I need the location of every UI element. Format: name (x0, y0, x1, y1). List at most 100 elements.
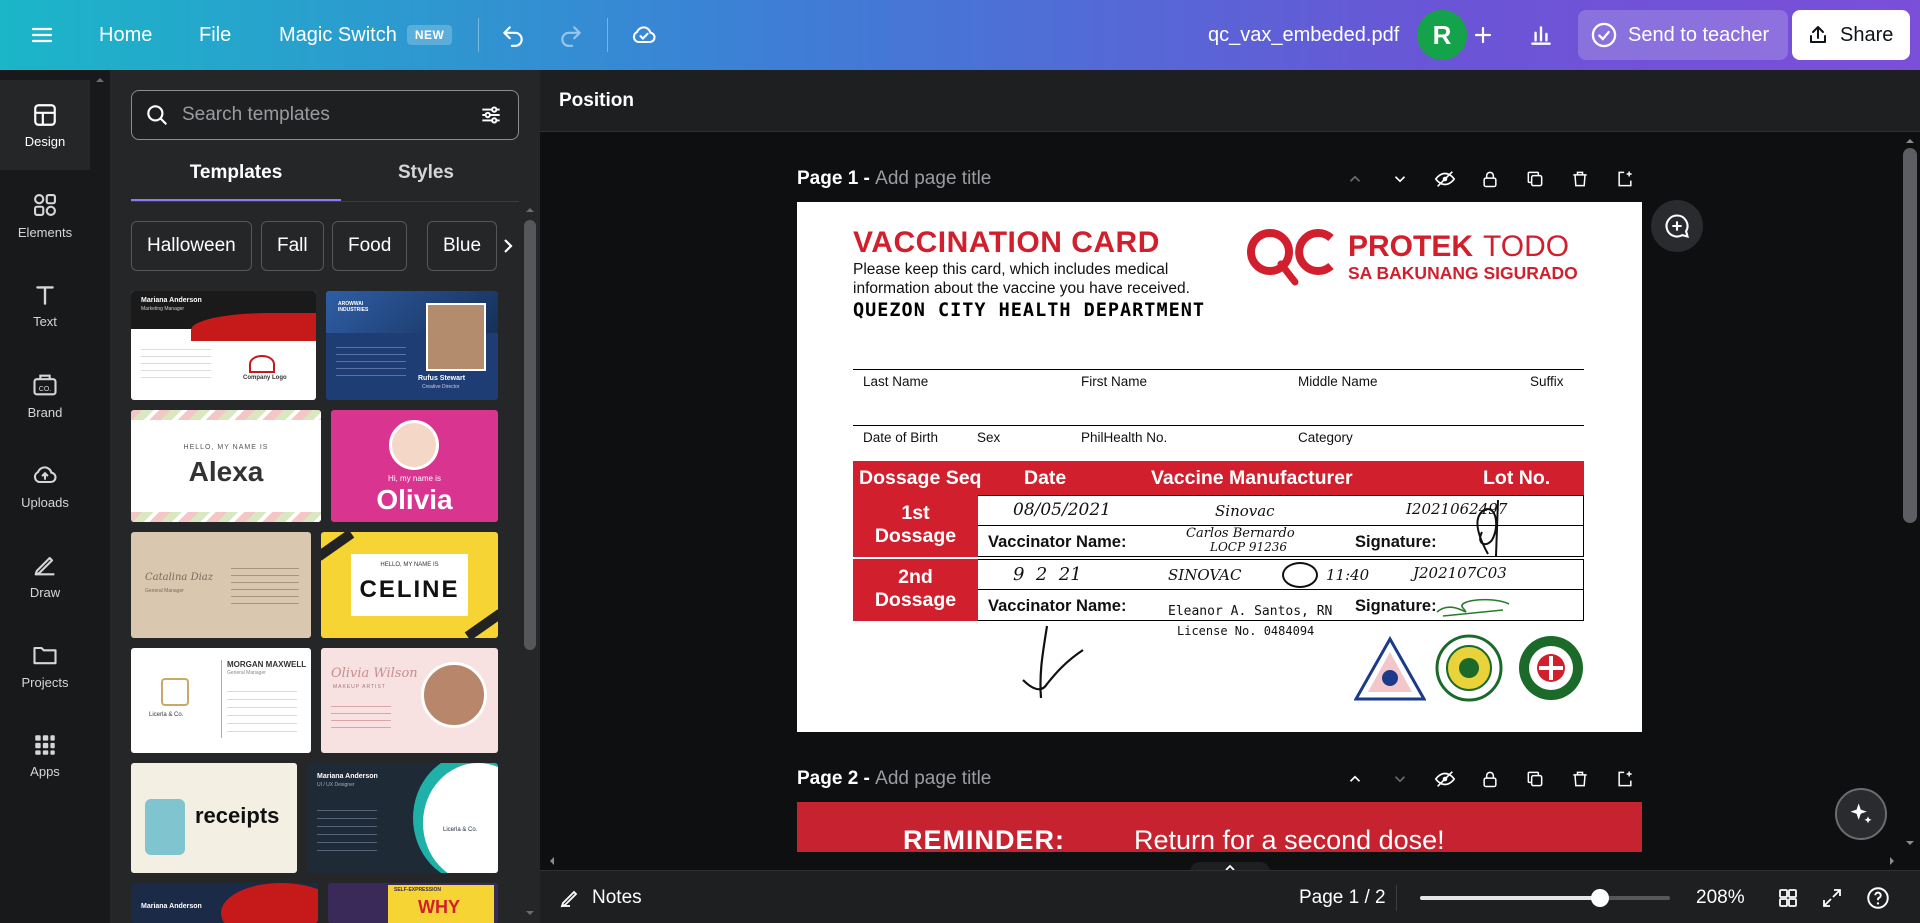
rail-item-elements[interactable]: Elements (0, 170, 90, 260)
logo-todo: TODO (1483, 230, 1569, 263)
rail-item-uploads[interactable]: Uploads (0, 440, 90, 530)
magic-switch-button[interactable]: Magic Switch NEW (279, 0, 453, 70)
rail-item-text[interactable]: Text (0, 260, 90, 350)
notes-label: Notes (592, 887, 642, 908)
magic-assistant-button[interactable] (1835, 788, 1887, 840)
search-input[interactable] (182, 104, 464, 126)
rail-item-design[interactable]: Design (0, 80, 90, 170)
template-subtitle: Marketing Manager (141, 306, 185, 312)
template-card[interactable]: Olivia Wilson MAKEUP ARTIST (321, 648, 498, 753)
undo-icon[interactable] (500, 0, 526, 70)
template-card[interactable]: AROWWAI INDUSTRIES Rufus Stewart Creativ… (326, 291, 498, 400)
license-stamp: License No. 0484094 (1177, 624, 1315, 638)
trash-icon[interactable] (1557, 164, 1602, 194)
header-manufacturer: Vaccine Manufacturer (1151, 467, 1353, 489)
add-page-icon[interactable] (1602, 764, 1647, 794)
page-1-tools (1332, 164, 1647, 194)
template-card[interactable]: HELLO, MY NAME IS Alexa (131, 410, 321, 522)
template-card[interactable]: MORGAN MAXWELL General Manager Licerla &… (131, 648, 311, 753)
scrollbar-thumb[interactable] (1903, 148, 1917, 523)
notes-button[interactable]: Notes (558, 871, 642, 923)
page-1-canvas[interactable]: VACCINATION CARD Please keep this card, … (797, 202, 1642, 732)
chip-fall[interactable]: Fall (261, 221, 324, 271)
filter-icon[interactable] (478, 102, 504, 128)
rail-label: Draw (29, 584, 61, 600)
fullscreen-icon[interactable] (1820, 871, 1844, 923)
rail-scrollbar[interactable] (90, 70, 110, 923)
tab-templates[interactable]: Templates (131, 156, 341, 202)
table-header: Dossage Seq Date Vaccine Manufacturer Lo… (853, 461, 1584, 495)
template-card[interactable]: Hi, my name is Olivia (331, 410, 498, 522)
template-card[interactable]: SELF-EXPRESSION WHY (328, 883, 498, 923)
chevron-right-icon[interactable] (497, 221, 519, 271)
add-page-icon[interactable] (1602, 164, 1647, 194)
template-card[interactable]: Mariana Anderson Marketing Manager Compa… (131, 291, 316, 400)
rail-item-draw[interactable]: Draw (0, 530, 90, 620)
template-card[interactable]: Mariana Anderson (131, 883, 318, 923)
chevron-down-icon[interactable] (1377, 764, 1422, 794)
chevron-up-icon[interactable] (1332, 164, 1377, 194)
template-subtitle: HELLO, MY NAME IS (380, 562, 439, 568)
zoom-slider-knob[interactable] (1591, 889, 1609, 907)
dose-label: Dossage (874, 589, 957, 611)
chevron-down-icon[interactable] (1377, 164, 1422, 194)
menu-icon[interactable] (30, 0, 54, 70)
hide-page-icon[interactable] (1422, 764, 1467, 794)
panel-tabs: Templates Styles (131, 156, 519, 202)
share-button[interactable]: Share (1792, 10, 1910, 60)
hide-page-icon[interactable] (1422, 164, 1467, 194)
template-card[interactable]: Mariana Anderson UI / UX Designer Licerl… (307, 763, 498, 873)
page-title-placeholder[interactable]: Add page title (875, 768, 991, 789)
template-card[interactable]: receipts (131, 763, 297, 873)
add-collaborator-icon[interactable] (1471, 0, 1495, 70)
home-button[interactable]: Home (99, 0, 152, 70)
grid-view-icon[interactable] (1776, 871, 1800, 923)
lock-icon[interactable] (1467, 164, 1512, 194)
zoom-level[interactable]: 208% (1696, 871, 1745, 923)
label-suffix: Suffix (1530, 374, 1564, 389)
avatar[interactable]: R (1417, 10, 1467, 60)
page-2-canvas[interactable]: REMINDER: Return for a second dose! (797, 802, 1642, 855)
vaccinator-label: Vaccinator Name: (988, 597, 1127, 615)
duplicate-page-icon[interactable] (1512, 764, 1557, 794)
panel-scrollbar[interactable] (520, 200, 540, 923)
add-comment-button[interactable] (1651, 200, 1703, 252)
rail-item-projects[interactable]: Projects (0, 620, 90, 710)
page-1-title[interactable]: Page 1 - Add page title (797, 168, 991, 190)
dose-1-cell: 1st Dossage (853, 495, 978, 557)
signature-label: Signature: (1355, 597, 1437, 615)
duplicate-page-icon[interactable] (1512, 164, 1557, 194)
page-title-placeholder[interactable]: Add page title (875, 168, 991, 189)
lock-icon[interactable] (1467, 764, 1512, 794)
card-note: Please keep this card, which includes me… (853, 261, 1190, 297)
cloud-saved-icon[interactable] (630, 0, 658, 70)
signature-scribble (1476, 499, 1499, 557)
file-menu-button[interactable]: File (199, 0, 231, 70)
magic-switch-label: Magic Switch (279, 23, 397, 46)
rail-item-apps[interactable]: Apps (0, 710, 90, 800)
template-subtitle: Creative Director (422, 384, 460, 390)
label-first-name: First Name (1081, 374, 1148, 389)
page-indicator[interactable]: Page 1 / 2 (1299, 871, 1386, 923)
trash-icon[interactable] (1557, 764, 1602, 794)
help-icon[interactable] (1865, 871, 1891, 923)
rail-item-brand[interactable]: CO. Brand (0, 350, 90, 440)
page-2-title[interactable]: Page 2 - Add page title (797, 768, 991, 790)
chip-food[interactable]: Food (332, 221, 408, 271)
template-card[interactable]: HELLO, MY NAME IS CELINE (321, 532, 498, 638)
tab-styles[interactable]: Styles (321, 156, 531, 202)
position-button[interactable]: Position (559, 70, 634, 132)
insights-chart-icon[interactable] (1528, 0, 1554, 70)
chip-blue[interactable]: Blue (427, 221, 498, 271)
handwritten-circle (1282, 562, 1318, 588)
template-subtitle: SELF-EXPRESSION (394, 887, 441, 893)
chip-halloween[interactable]: Halloween (131, 221, 252, 271)
zoom-slider[interactable] (1420, 889, 1670, 907)
text-icon (36, 285, 54, 305)
redo-icon[interactable] (558, 0, 584, 70)
dose-seq: 2nd (898, 566, 933, 588)
template-card[interactable]: Catalina Diaz General Manager (131, 532, 311, 638)
send-to-teacher-button[interactable]: Send to teacher (1578, 10, 1788, 60)
document-title[interactable]: qc_vax_embeded.pdf (1208, 0, 1399, 70)
chevron-up-icon[interactable] (1332, 764, 1377, 794)
